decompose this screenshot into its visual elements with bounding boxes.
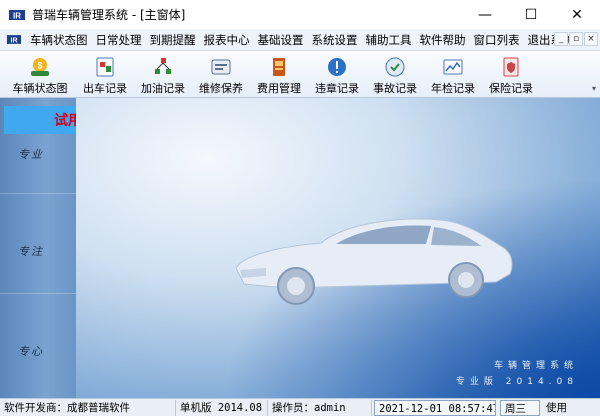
tool-expense[interactable]: 费用管理 <box>250 52 308 98</box>
minimize-button[interactable]: — <box>462 0 508 29</box>
sidebar-label-focus: 专注 <box>18 245 44 258</box>
fuel-record-icon <box>155 58 171 74</box>
app-logo-icon: IR <box>8 8 26 22</box>
menu-tools[interactable]: 辅助工具 <box>362 32 416 48</box>
mdi-restore-button[interactable]: ▫ <box>569 32 583 46</box>
status-developer: 软件开发商：成都普瑞软件 <box>0 399 176 416</box>
car-illustration <box>235 218 513 305</box>
mdi-close-button[interactable]: × <box>584 32 598 46</box>
mdi-minimize-button[interactable]: _ <box>554 32 568 46</box>
expense-icon <box>273 58 285 76</box>
violation-icon <box>328 58 346 76</box>
maximize-button[interactable]: ☐ <box>508 0 554 29</box>
watermark-line-2: 专业版 2014.08 <box>455 377 578 387</box>
sidebar-divider <box>0 293 76 294</box>
menu-help[interactable]: 软件帮助 <box>416 32 470 48</box>
close-button[interactable]: ✕ <box>554 0 600 29</box>
title-bar: IR 普瑞车辆管理系统 - [主窗体] — ☐ ✕ <box>0 0 600 29</box>
sidebar-divider <box>0 193 76 194</box>
status-datetime: 2021-12-01 08:57:47 <box>374 399 496 416</box>
toolbar-overflow-icon[interactable]: ▾ <box>592 84 596 93</box>
toolbar: $ 车辆状态图 出车记录 加油记录 维修保养 费用管理 违章记录 事故记录 年检… <box>0 52 600 98</box>
accident-icon <box>385 57 405 77</box>
menu-daily[interactable]: 日常处理 <box>92 32 146 48</box>
tool-violation[interactable]: 违章记录 <box>308 52 366 98</box>
inspection-icon <box>443 59 463 75</box>
menu-reports[interactable]: 报表中心 <box>200 32 254 48</box>
status-operator: 操作员：admin <box>268 399 372 416</box>
main-workspace: 车辆管理系统 专业版 2014.08 <box>76 98 600 398</box>
tool-insurance[interactable]: 保险记录 <box>482 52 540 98</box>
dispatch-record-icon <box>96 57 114 77</box>
menu-basic-settings[interactable]: 基础设置 <box>254 32 308 48</box>
maintenance-icon <box>211 59 231 75</box>
menu-windows[interactable]: 窗口列表 <box>470 32 524 48</box>
menu-system-settings[interactable]: 系统设置 <box>308 32 362 48</box>
status-usage: 使用 <box>546 401 567 414</box>
menu-bar: IR 车辆状态图 日常处理 到期提醒 报表中心 基础设置 系统设置 辅助工具 软… <box>0 29 600 51</box>
tool-maintenance[interactable]: 维修保养 <box>192 52 250 98</box>
tool-vehicle-status[interactable]: $ 车辆状态图 <box>4 52 76 98</box>
watermark-line-1: 车辆管理系统 <box>493 361 578 371</box>
tool-inspection[interactable]: 年检记录 <box>424 52 482 98</box>
svg-text:$: $ <box>37 61 42 71</box>
insurance-icon <box>503 57 519 77</box>
svg-text:IR: IR <box>11 38 18 45</box>
menu-vehicle-status[interactable]: 车辆状态图 <box>26 32 92 48</box>
status-edition: 单机版 2014.08 <box>176 399 268 416</box>
svg-text:IR: IR <box>13 11 21 20</box>
vehicle-status-icon: $ <box>31 58 49 76</box>
tool-accident[interactable]: 事故记录 <box>366 52 424 98</box>
status-bar: 软件开发商：成都普瑞软件 单机版 2014.08 操作员：admin 2021-… <box>0 398 600 416</box>
status-weekday: 周三 <box>500 399 540 416</box>
menu-reminders[interactable]: 到期提醒 <box>146 32 200 48</box>
sidebar-label-dedicated: 专心 <box>18 345 44 358</box>
tool-dispatch-record[interactable]: 出车记录 <box>76 52 134 98</box>
sidebar-label-professional: 专业 <box>18 148 44 161</box>
menu-logo-icon: IR <box>6 34 22 46</box>
window-title: 普瑞车辆管理系统 - [主窗体] <box>32 8 186 22</box>
tool-fuel-record[interactable]: 加油记录 <box>134 52 192 98</box>
